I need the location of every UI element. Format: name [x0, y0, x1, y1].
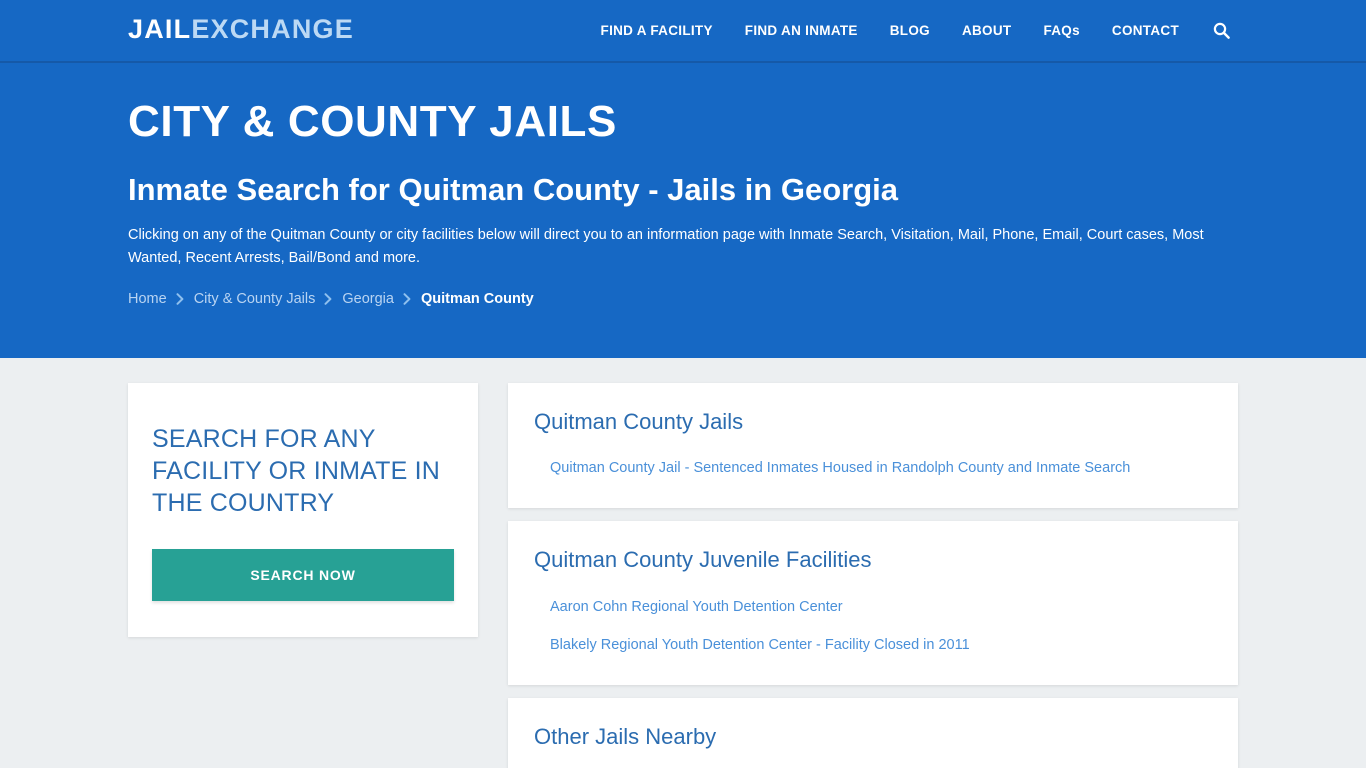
site-header: JAILEXCHANGE FIND A FACILITY FIND AN INM… [0, 0, 1366, 63]
breadcrumb-item-current: Quitman County [420, 290, 534, 307]
breadcrumb-item-city-county-jails[interactable]: City & County Jails [194, 291, 316, 307]
main-navigation: FIND A FACILITY FIND AN INMATE BLOG ABOU… [585, 0, 1238, 62]
search-card-title: SEARCH FOR ANY FACILITY OR INMATE IN THE… [152, 425, 441, 517]
breadcrumb-item-home[interactable]: Home [128, 291, 167, 307]
nav-item-about[interactable]: ABOUT [946, 0, 1028, 62]
facility-links-list: Aaron Cohn Regional Youth Detention Cent… [532, 598, 1214, 656]
nav-item-faqs[interactable]: FAQs [1027, 0, 1095, 62]
hero-banner: CITY & COUNTY JAILS Inmate Search for Qu… [0, 63, 1366, 358]
breadcrumb-item-georgia[interactable]: Georgia [342, 291, 394, 307]
search-facility-card: SEARCH FOR ANY FACILITY OR INMATE IN THE… [128, 383, 478, 637]
chevron-right-icon [403, 293, 412, 305]
list-item: Aaron Cohn Regional Youth Detention Cent… [532, 598, 1214, 617]
content-wrapper: SEARCH FOR ANY FACILITY OR INMATE IN THE… [128, 358, 1238, 768]
facility-card-list: Quitman County Jails Quitman County Jail… [508, 383, 1238, 768]
facility-link[interactable]: Aaron Cohn Regional Youth Detention Cent… [532, 598, 843, 617]
facility-links-list: Quitman County Jail - Sentenced Inmates … [532, 459, 1214, 478]
nav-item-contact[interactable]: CONTACT [1096, 0, 1195, 62]
list-item: Blakely Regional Youth Detention Center … [532, 636, 1214, 655]
list-item: Quitman County Jail - Sentenced Inmates … [532, 459, 1214, 478]
search-now-button[interactable]: SEARCH NOW [152, 549, 454, 601]
chevron-right-icon [324, 293, 333, 305]
nav-item-find-an-inmate[interactable]: FIND AN INMATE [729, 0, 874, 62]
facility-card-title: Quitman County Juvenile Facilities [534, 547, 872, 573]
hero-inner: CITY & COUNTY JAILS Inmate Search for Qu… [128, 63, 1238, 307]
page-body: SEARCH FOR ANY FACILITY OR INMATE IN THE… [0, 358, 1366, 768]
facility-link[interactable]: Quitman County Jail - Sentenced Inmates … [532, 459, 1130, 478]
nav-item-find-a-facility[interactable]: FIND A FACILITY [585, 0, 729, 62]
site-logo[interactable]: JAILEXCHANGE [128, 16, 354, 45]
page-title: CITY & COUNTY JAILS [128, 97, 617, 146]
facility-card-nearby: Other Jails Nearby [508, 698, 1238, 768]
page-subtitle: Inmate Search for Quitman County - Jails… [128, 172, 898, 208]
sidebar: SEARCH FOR ANY FACILITY OR INMATE IN THE… [128, 383, 478, 637]
header-inner: JAILEXCHANGE FIND A FACILITY FIND AN INM… [128, 0, 1238, 61]
logo-text-primary: JAIL [128, 14, 192, 44]
nav-item-blog[interactable]: BLOG [874, 0, 946, 62]
search-icon[interactable] [1195, 22, 1238, 39]
page-description: Clicking on any of the Quitman County or… [128, 227, 1204, 266]
logo-text-secondary: EXCHANGE [191, 14, 354, 44]
facility-card-title: Quitman County Jails [534, 409, 744, 434]
facility-card-juvenile: Quitman County Juvenile Facilities Aaron… [508, 521, 1238, 686]
breadcrumb: Home City & County Jails Georgia Quitman… [128, 291, 1238, 307]
facility-card-title: Other Jails Nearby [534, 724, 717, 750]
facility-card-jails: Quitman County Jails Quitman County Jail… [508, 383, 1238, 509]
facility-link[interactable]: Blakely Regional Youth Detention Center … [532, 636, 970, 655]
chevron-right-icon [176, 293, 185, 305]
